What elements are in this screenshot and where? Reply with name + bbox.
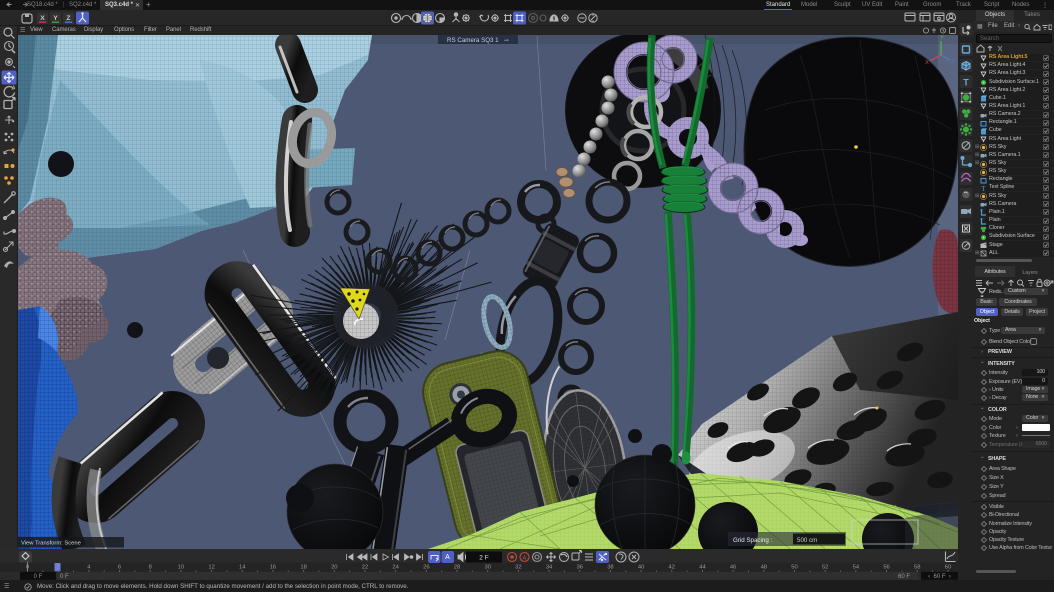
svg-text:18: 18 <box>300 565 306 571</box>
svg-text:34: 34 <box>546 565 553 571</box>
svg-text:8: 8 <box>149 565 152 571</box>
svg-text:A: A <box>523 555 527 561</box>
svg-text:36: 36 <box>577 565 583 571</box>
svg-text:38: 38 <box>607 565 613 571</box>
svg-text:32: 32 <box>515 565 521 571</box>
svg-text:T: T <box>981 185 986 192</box>
svg-text:56: 56 <box>883 565 889 571</box>
svg-text:52: 52 <box>822 565 828 571</box>
svg-text:Grid Spacing :: Grid Spacing : <box>733 537 772 544</box>
svg-text:20: 20 <box>331 565 337 571</box>
svg-text:RS Camera SQ3 1 ⇾: RS Camera SQ3 1 ⇾ <box>447 37 509 44</box>
svg-text:X: X <box>925 60 929 66</box>
svg-text:54: 54 <box>853 565 860 571</box>
svg-text:28: 28 <box>454 565 460 571</box>
svg-text:T: T <box>963 78 969 88</box>
svg-text:10: 10 <box>178 565 184 571</box>
svg-text:16: 16 <box>270 565 276 571</box>
svg-text:500 cm: 500 cm <box>797 537 817 544</box>
svg-text:22: 22 <box>362 565 368 571</box>
svg-text:50: 50 <box>791 565 797 571</box>
svg-text:14: 14 <box>239 565 246 571</box>
svg-text:30: 30 <box>484 565 490 571</box>
svg-text:44: 44 <box>699 565 706 571</box>
svg-text:46: 46 <box>730 565 736 571</box>
svg-text:48: 48 <box>761 565 767 571</box>
svg-text:View Transform: Scene: View Transform: Scene <box>21 541 81 547</box>
svg-text:4: 4 <box>87 565 91 571</box>
svg-text:Y: Y <box>940 35 944 41</box>
svg-text:6: 6 <box>118 565 121 571</box>
svg-text:24: 24 <box>392 565 399 571</box>
svg-text:Y: Y <box>53 15 58 22</box>
svg-text:X: X <box>40 15 45 22</box>
svg-text:2 F: 2 F <box>479 555 488 562</box>
svg-text:58: 58 <box>914 565 920 571</box>
svg-text:2: 2 <box>57 565 60 571</box>
svg-text:42: 42 <box>669 565 675 571</box>
svg-text:26: 26 <box>423 565 429 571</box>
svg-text:12: 12 <box>208 565 214 571</box>
svg-text:60: 60 <box>945 565 951 571</box>
svg-text:40: 40 <box>638 565 644 571</box>
svg-text:A: A <box>445 554 450 561</box>
svg-text:Z: Z <box>66 15 70 22</box>
